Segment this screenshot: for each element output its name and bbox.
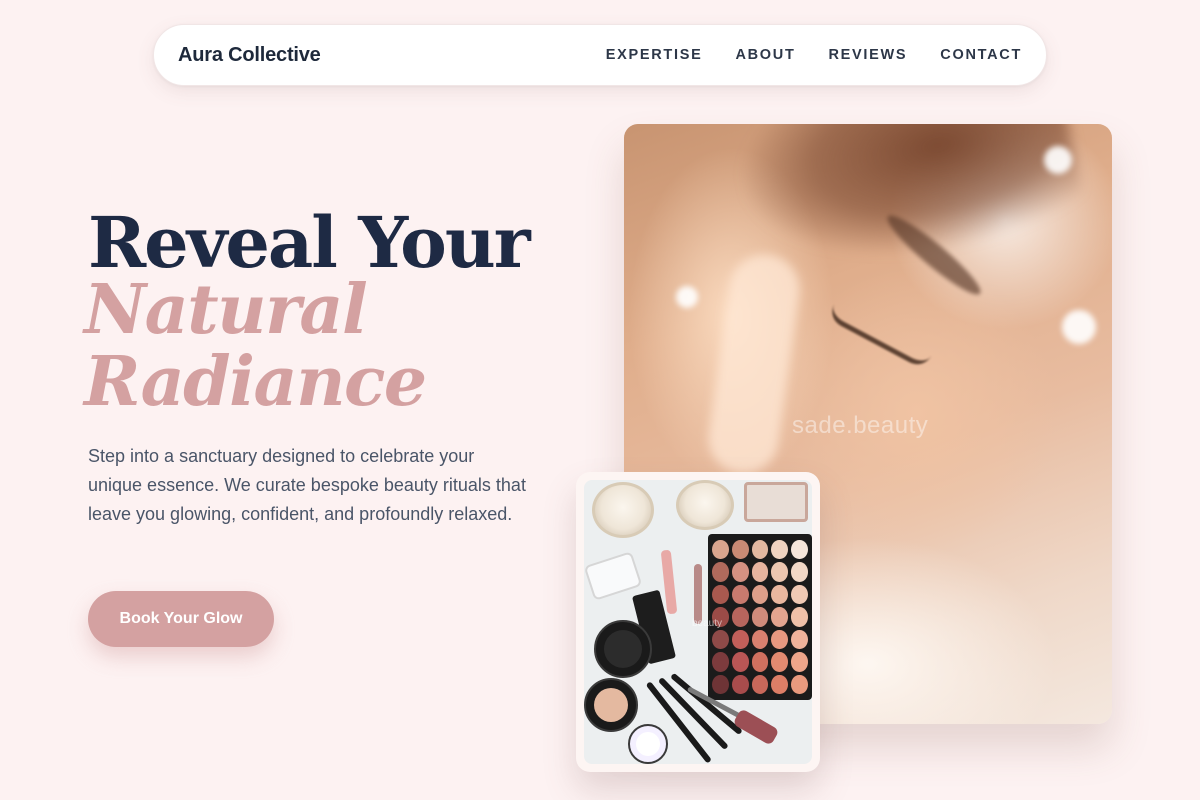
image-watermark: beauty: [692, 618, 723, 629]
lipstick: [694, 564, 702, 624]
makeup-flatlay-image: beauty: [576, 472, 820, 772]
nav-links: EXPERTISE ABOUT REVIEWS CONTACT: [606, 47, 1022, 63]
hero-heading-accent: Natural Radiance: [84, 270, 427, 422]
jewelry-tray: [744, 482, 808, 522]
image-watermark: sade.beauty: [792, 412, 929, 439]
makeup-flatlay-inner: beauty: [584, 480, 812, 764]
light-bokeh: [1062, 310, 1096, 344]
portrait-eye: [826, 304, 932, 370]
perfume-bottle: [584, 551, 643, 601]
eyeshadow-palette: [708, 534, 812, 700]
nav-link-expertise[interactable]: EXPERTISE: [606, 47, 703, 63]
brand-logo[interactable]: Aura Collective: [178, 44, 321, 67]
lip-gloss-tube: [732, 708, 780, 746]
nav-link-about[interactable]: ABOUT: [735, 47, 795, 63]
bronzer-compact: [584, 678, 638, 732]
light-bokeh: [1044, 146, 1072, 174]
hero-description: Step into a sanctuary designed to celebr…: [88, 446, 526, 524]
powder-compact: [594, 620, 652, 678]
candle: [592, 482, 654, 538]
portrait-hand: [704, 250, 804, 478]
lip-gloss: [660, 549, 678, 615]
small-compact: [628, 724, 668, 764]
book-your-glow-button[interactable]: Book Your Glow: [88, 591, 274, 647]
nav-link-reviews[interactable]: REVIEWS: [829, 47, 908, 63]
nav-link-contact[interactable]: CONTACT: [940, 47, 1022, 63]
light-bokeh: [676, 286, 698, 308]
top-nav: Aura Collective EXPERTISE ABOUT REVIEWS …: [153, 24, 1047, 86]
candle: [676, 480, 734, 530]
